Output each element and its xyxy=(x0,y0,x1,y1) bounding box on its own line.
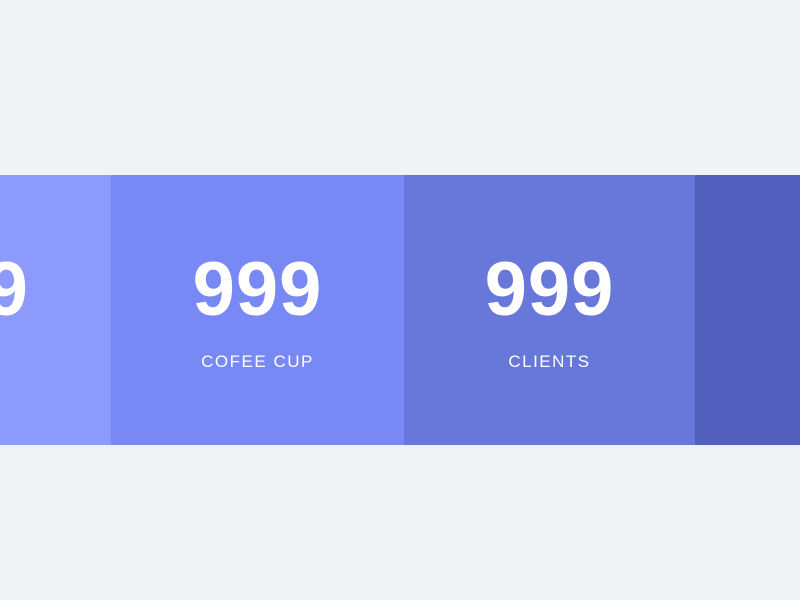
stats-strip: 999 999 COFEE CUP 999 CLIENTS 7 P xyxy=(0,175,800,445)
stat-card-partial-left: 999 xyxy=(0,175,111,445)
stat-card-partial-right: 7 P xyxy=(695,175,800,445)
stat-label: COFEE CUP xyxy=(201,352,314,371)
stat-number: 999 xyxy=(0,247,29,332)
stat-label: CLIENTS xyxy=(508,352,591,371)
stat-number: 999 xyxy=(192,247,323,332)
stat-number: 999 xyxy=(484,247,615,332)
stat-label: P xyxy=(695,352,800,372)
stat-card-cofee-cup: 999 COFEE CUP xyxy=(111,175,404,445)
stat-card-clients: 999 CLIENTS xyxy=(404,175,695,445)
stat-number: 7 xyxy=(695,247,800,333)
